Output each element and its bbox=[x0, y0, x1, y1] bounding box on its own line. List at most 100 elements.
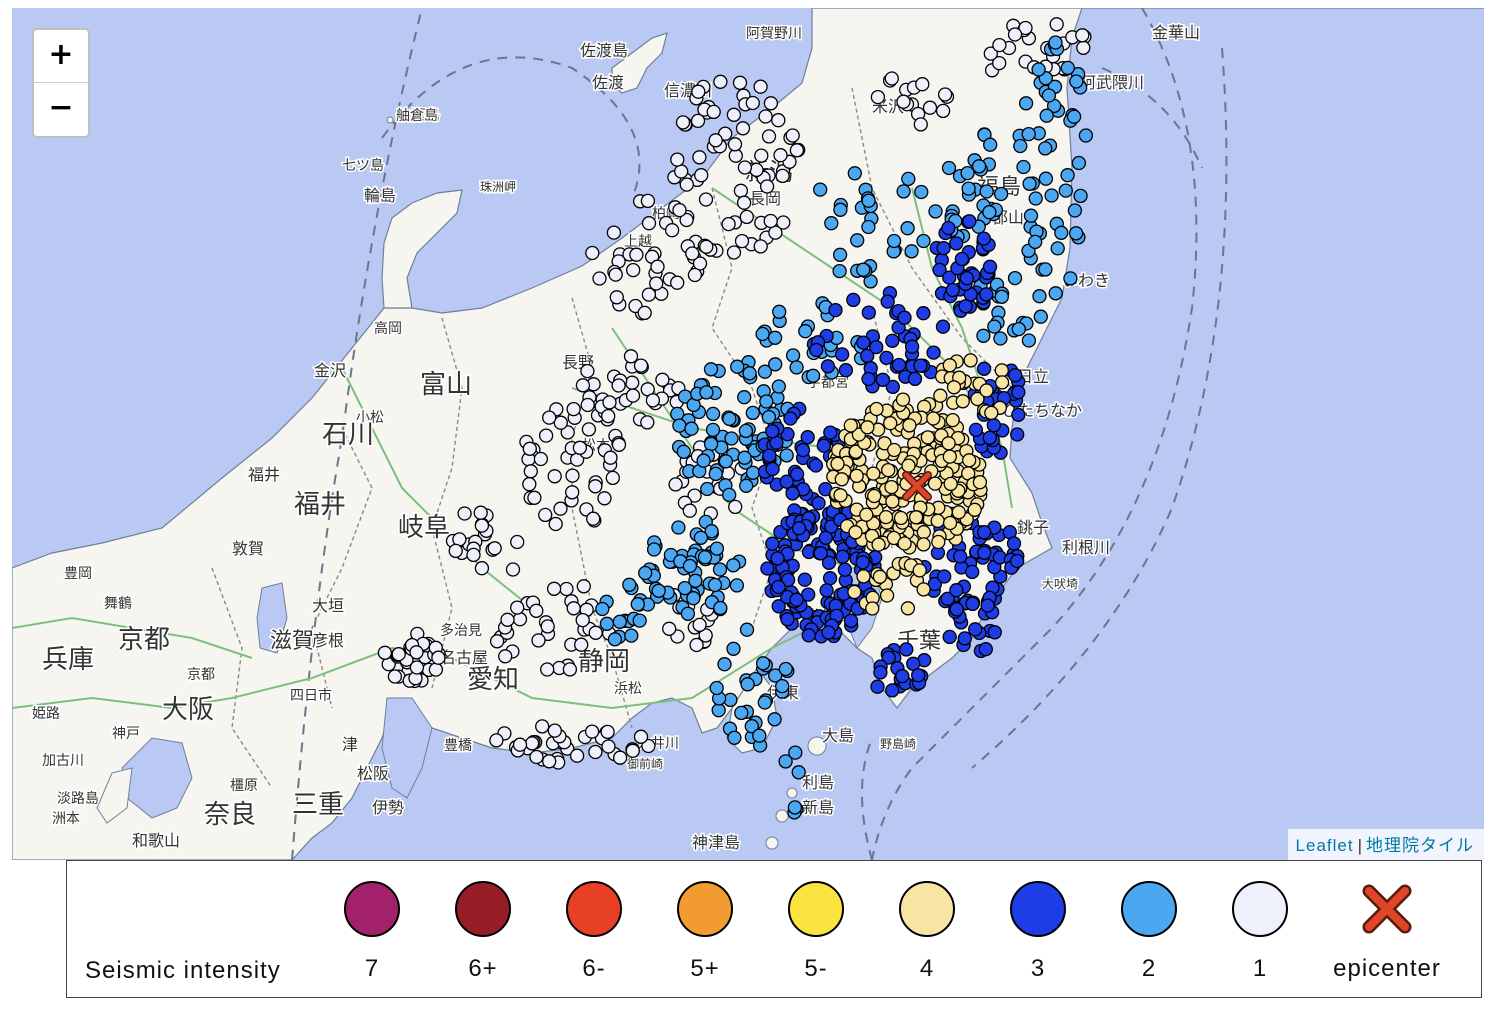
station-marker[interactable] bbox=[960, 165, 975, 181]
station-marker[interactable] bbox=[680, 606, 696, 621]
station-marker[interactable] bbox=[682, 503, 697, 518]
station-marker[interactable] bbox=[976, 231, 991, 246]
station-marker[interactable] bbox=[962, 453, 977, 468]
station-marker[interactable] bbox=[878, 509, 894, 525]
station-marker[interactable] bbox=[670, 275, 685, 290]
station-marker[interactable] bbox=[1054, 225, 1069, 240]
station-marker[interactable] bbox=[1050, 241, 1065, 256]
station-marker[interactable] bbox=[737, 160, 753, 175]
station-marker[interactable] bbox=[711, 703, 726, 718]
station-marker[interactable] bbox=[679, 177, 694, 192]
station-marker[interactable] bbox=[640, 415, 655, 430]
station-marker[interactable] bbox=[958, 299, 973, 314]
station-marker[interactable] bbox=[522, 441, 537, 456]
station-marker[interactable] bbox=[625, 388, 641, 403]
station-marker[interactable] bbox=[625, 743, 640, 758]
station-marker[interactable] bbox=[816, 438, 831, 453]
station-marker[interactable] bbox=[900, 221, 915, 236]
station-marker[interactable] bbox=[965, 564, 980, 580]
station-marker[interactable] bbox=[941, 160, 957, 176]
station-marker[interactable] bbox=[629, 247, 644, 262]
station-marker[interactable] bbox=[737, 390, 752, 405]
station-marker[interactable] bbox=[850, 233, 865, 248]
station-marker[interactable] bbox=[824, 216, 839, 231]
station-marker[interactable] bbox=[1010, 553, 1025, 569]
station-marker[interactable] bbox=[535, 719, 550, 734]
station-marker[interactable] bbox=[775, 168, 790, 184]
station-marker[interactable] bbox=[473, 505, 488, 520]
station-marker[interactable] bbox=[391, 647, 406, 662]
station-marker[interactable] bbox=[942, 515, 958, 531]
station-marker[interactable] bbox=[586, 511, 601, 526]
station-marker[interactable] bbox=[775, 678, 790, 694]
station-marker[interactable] bbox=[745, 95, 760, 111]
station-marker[interactable] bbox=[572, 440, 588, 455]
station-marker[interactable] bbox=[755, 326, 770, 342]
station-marker[interactable] bbox=[834, 472, 849, 487]
station-marker[interactable] bbox=[724, 431, 739, 446]
station-marker[interactable] bbox=[968, 622, 983, 637]
station-marker[interactable] bbox=[697, 550, 713, 565]
station-marker[interactable] bbox=[633, 729, 649, 744]
station-marker[interactable] bbox=[612, 750, 628, 765]
station-marker[interactable] bbox=[872, 569, 888, 584]
station-marker[interactable] bbox=[873, 665, 888, 680]
station-marker[interactable] bbox=[538, 507, 553, 523]
station-marker[interactable] bbox=[916, 525, 931, 540]
station-marker[interactable] bbox=[466, 547, 481, 563]
station-marker[interactable] bbox=[880, 294, 895, 309]
station-marker[interactable] bbox=[935, 319, 951, 334]
station-marker[interactable] bbox=[431, 650, 446, 665]
station-marker[interactable] bbox=[1044, 188, 1059, 203]
station-marker[interactable] bbox=[705, 422, 721, 438]
station-marker[interactable] bbox=[913, 117, 928, 132]
station-marker[interactable] bbox=[752, 728, 767, 743]
station-marker[interactable] bbox=[916, 233, 931, 249]
station-marker[interactable] bbox=[931, 534, 946, 550]
station-marker[interactable] bbox=[548, 516, 563, 532]
station-marker[interactable] bbox=[726, 641, 741, 656]
station-marker[interactable] bbox=[942, 449, 957, 464]
station-marker[interactable] bbox=[626, 262, 641, 278]
station-marker[interactable] bbox=[945, 282, 960, 298]
station-marker[interactable] bbox=[893, 510, 909, 526]
station-marker[interactable] bbox=[779, 448, 794, 463]
station-marker[interactable] bbox=[553, 501, 568, 516]
station-marker[interactable] bbox=[672, 202, 687, 218]
station-marker[interactable] bbox=[922, 100, 938, 115]
station-marker[interactable] bbox=[698, 192, 714, 207]
station-marker[interactable] bbox=[510, 534, 525, 550]
station-marker[interactable] bbox=[767, 712, 782, 727]
station-marker[interactable] bbox=[609, 290, 624, 305]
station-marker[interactable] bbox=[575, 378, 591, 393]
station-marker[interactable] bbox=[904, 339, 920, 354]
station-marker[interactable] bbox=[771, 379, 786, 394]
station-marker[interactable] bbox=[708, 466, 723, 482]
station-marker[interactable] bbox=[965, 596, 980, 612]
station-marker[interactable] bbox=[739, 209, 754, 225]
station-marker[interactable] bbox=[500, 612, 515, 627]
station-marker[interactable] bbox=[901, 171, 916, 187]
station-marker[interactable] bbox=[713, 600, 728, 616]
station-marker[interactable] bbox=[813, 546, 828, 561]
station-marker[interactable] bbox=[979, 287, 994, 302]
station-marker[interactable] bbox=[1060, 60, 1075, 76]
station-marker[interactable] bbox=[676, 444, 691, 459]
station-marker[interactable] bbox=[753, 79, 768, 94]
station-marker[interactable] bbox=[933, 388, 948, 403]
station-marker[interactable] bbox=[808, 458, 824, 473]
station-marker[interactable] bbox=[457, 506, 472, 521]
station-marker[interactable] bbox=[718, 454, 734, 469]
station-marker[interactable] bbox=[977, 525, 992, 540]
station-marker[interactable] bbox=[763, 213, 778, 229]
station-marker[interactable] bbox=[870, 89, 886, 105]
station-marker[interactable] bbox=[566, 401, 581, 417]
station-marker[interactable] bbox=[602, 395, 617, 410]
station-marker[interactable] bbox=[941, 220, 956, 236]
station-marker[interactable] bbox=[1038, 262, 1053, 277]
station-marker[interactable] bbox=[1078, 128, 1094, 143]
station-marker[interactable] bbox=[783, 411, 798, 426]
station-marker[interactable] bbox=[971, 159, 987, 174]
station-marker[interactable] bbox=[735, 121, 751, 136]
station-marker[interactable] bbox=[776, 215, 791, 230]
